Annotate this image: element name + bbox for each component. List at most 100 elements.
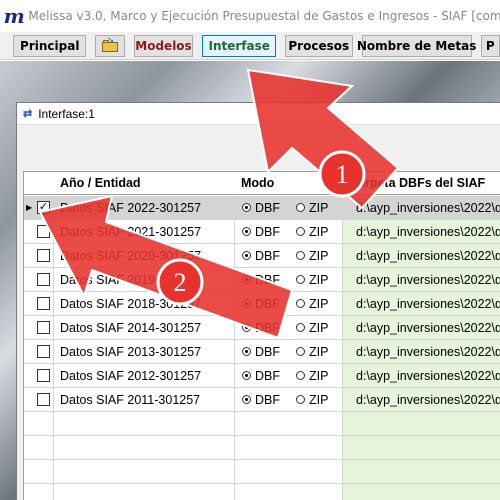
interfase-button[interactable]: Interfase <box>202 34 276 57</box>
zip-radio[interactable] <box>296 370 305 380</box>
zip-radio[interactable] <box>296 298 305 308</box>
grid-header: Año / Entidad Modo Carpeta DBFs del SIAF <box>24 172 500 195</box>
row-folder-path[interactable]: d:\ayp_inversiones\2022\d <box>356 244 500 268</box>
row-mode: DBF ZIP <box>242 268 343 292</box>
row-checkbox[interactable] <box>37 345 50 358</box>
dbf-radio-label: DBF <box>255 369 280 383</box>
dbf-radio-label: DBF <box>255 393 280 407</box>
principal-button[interactable]: Principal <box>13 34 87 57</box>
row-folder-path[interactable]: d:\ayp_inversiones\2022\d <box>356 316 500 340</box>
dbf-radio-label: DBF <box>255 249 280 263</box>
row-mode: DBF ZIP <box>242 292 343 316</box>
zip-radio[interactable] <box>296 202 305 212</box>
row-mode: DBF ZIP <box>242 364 343 388</box>
modelos-button[interactable]: Modelos <box>133 34 194 57</box>
row-checkbox[interactable] <box>37 393 50 406</box>
table-row[interactable]: Datos SIAF 2012-301257 DBF ZIP d:\ayp_in… <box>24 364 500 388</box>
interfase-window: ⇄ Interfase:1 Año / Entidad Modo Carpeta… <box>16 102 500 500</box>
title-bar: m Melissa v3.0, Marco y Ejecución Presup… <box>0 0 500 32</box>
dbf-radio-label: DBF <box>255 225 280 239</box>
dbf-radio[interactable] <box>242 322 251 332</box>
dbf-radio[interactable] <box>242 226 251 236</box>
row-folder-path[interactable]: d:\ayp_inversiones\2022\d <box>356 292 500 316</box>
table-row[interactable]: Datos SIAF 2014-301257 DBF ZIP d:\ayp_in… <box>24 316 500 340</box>
table-row[interactable]: Datos SIAF 2011-301257 DBF ZIP d:\ayp_in… <box>24 388 500 412</box>
row-mode: DBF ZIP <box>242 244 343 268</box>
dbf-radio-label: DBF <box>255 321 280 335</box>
header-carpeta[interactable]: Carpeta DBFs del SIAF <box>343 172 500 195</box>
table-row[interactable]: Datos SIAF 2019-301257 DBF ZIP d:\ayp_in… <box>24 268 500 292</box>
table-row[interactable]: Datos SIAF 2013-301257 DBF ZIP d:\ayp_in… <box>24 340 500 364</box>
nombre-metas-button[interactable]: Nombre de Metas <box>357 34 476 57</box>
dbf-radio-label: DBF <box>255 273 280 287</box>
window-title: Melissa v3.0, Marco y Ejecución Presupue… <box>28 9 500 23</box>
row-mode: DBF ZIP <box>242 196 343 220</box>
header-modo[interactable]: Modo <box>235 172 343 195</box>
row-folder-path[interactable]: d:\ayp_inversiones\2022\d <box>356 220 500 244</box>
zip-radio-label: ZIP <box>309 321 329 335</box>
zip-radio[interactable] <box>296 322 305 332</box>
zip-radio[interactable] <box>296 274 305 284</box>
dbf-radio-label: DBF <box>255 345 280 359</box>
interfase-window-title: Interfase:1 <box>38 106 95 121</box>
row-checkbox[interactable] <box>37 321 50 334</box>
row-checkbox[interactable] <box>37 297 50 310</box>
folder-open-icon: ➘ <box>101 36 118 52</box>
window-arrows-icon: ⇄ <box>23 108 33 120</box>
dbf-radio[interactable] <box>242 274 251 284</box>
row-entity-name: Datos SIAF 2022-301257 <box>60 201 202 215</box>
row-folder-path[interactable]: d:\ayp_inversiones\2022\d <box>356 340 500 364</box>
dbf-radio[interactable] <box>242 250 251 260</box>
row-folder-path[interactable]: d:\ayp_inversiones\2022\d <box>356 196 500 220</box>
row-entity-name: Datos SIAF 2021-301257 <box>60 225 202 239</box>
table-row[interactable]: Datos SIAF 2021-301257 DBF ZIP d:\ayp_in… <box>24 220 500 244</box>
row-entity-name: Datos SIAF 2013-301257 <box>60 345 202 359</box>
row-folder-path[interactable]: d:\ayp_inversiones\2022\d <box>356 364 500 388</box>
zip-radio[interactable] <box>296 250 305 260</box>
table-row[interactable]: Datos SIAF 2018-301257 DBF ZIP d:\ayp_in… <box>24 292 500 316</box>
header-anio-entidad[interactable]: Año / Entidad <box>54 172 235 195</box>
app-logo-icon: m <box>3 4 25 28</box>
row-checkbox[interactable] <box>37 369 50 382</box>
main-toolbar: Principal ➘ Modelos Interfase Procesos N… <box>0 32 500 60</box>
zip-radio-label: ZIP <box>309 273 329 287</box>
row-checkbox[interactable] <box>37 225 50 238</box>
dbf-radio[interactable] <box>242 202 251 212</box>
row-folder-path[interactable]: d:\ayp_inversiones\2022\d <box>356 388 500 412</box>
row-folder-path[interactable]: d:\ayp_inversiones\2022\d <box>356 268 500 292</box>
row-entity-name: Datos SIAF 2012-301257 <box>60 369 202 383</box>
empty-row <box>24 460 500 484</box>
dbf-radio[interactable] <box>242 298 251 308</box>
zip-radio-label: ZIP <box>309 345 329 359</box>
empty-row <box>24 412 500 436</box>
entities-grid: Año / Entidad Modo Carpeta DBFs del SIAF… <box>23 171 500 500</box>
row-entity-name: Datos SIAF 2014-301257 <box>60 321 202 335</box>
row-mode: DBF ZIP <box>242 388 343 412</box>
zip-radio[interactable] <box>296 394 305 404</box>
dbf-radio-label: DBF <box>255 297 280 311</box>
zip-radio[interactable] <box>296 346 305 356</box>
row-checkbox[interactable] <box>37 249 50 262</box>
table-row[interactable]: Datos SIAF 2020-301257 DBF ZIP d:\ayp_in… <box>24 244 500 268</box>
table-row[interactable]: ▶ ✓ Datos SIAF 2022-301257 DBF ZIP d:\ay… <box>24 196 500 220</box>
empty-row <box>24 436 500 460</box>
row-pointer-icon: ▶ <box>26 203 33 212</box>
row-entity-name: Datos SIAF 2011-301257 <box>60 393 201 407</box>
dbf-radio-label: DBF <box>255 201 280 215</box>
zip-radio-label: ZIP <box>309 297 329 311</box>
procesos-button[interactable]: Procesos <box>284 34 353 57</box>
zip-radio-label: ZIP <box>309 201 329 215</box>
dbf-radio[interactable] <box>242 346 251 356</box>
zip-radio-label: ZIP <box>309 225 329 239</box>
row-checkbox[interactable] <box>37 273 50 286</box>
row-entity-name: Datos SIAF 2020-301257 <box>60 249 202 263</box>
open-folder-button[interactable]: ➘ <box>95 34 125 57</box>
zip-radio[interactable] <box>296 226 305 236</box>
zip-radio-label: ZIP <box>309 393 329 407</box>
interfase-window-titlebar: ⇄ Interfase:1 <box>17 103 500 125</box>
overflow-button[interactable]: P <box>480 34 500 57</box>
row-checkbox[interactable]: ✓ <box>37 201 50 214</box>
dbf-radio[interactable] <box>242 394 251 404</box>
dbf-radio[interactable] <box>242 370 251 380</box>
row-mode: DBF ZIP <box>242 316 343 340</box>
